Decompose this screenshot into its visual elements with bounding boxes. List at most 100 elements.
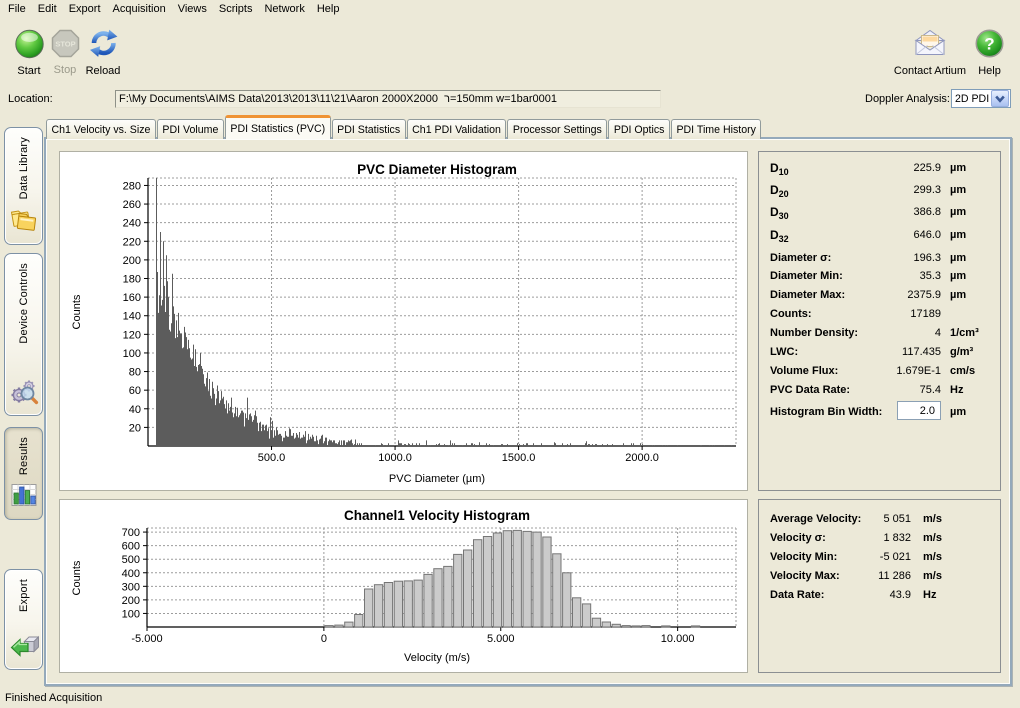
stat-volume-flux-value: 1.679E-1 bbox=[821, 362, 941, 380]
svg-text:100: 100 bbox=[122, 608, 140, 620]
svg-text:500.0: 500.0 bbox=[258, 452, 286, 464]
stat-d30-subscript: 30 bbox=[779, 211, 789, 221]
contact-artium-label: Contact Artium bbox=[894, 65, 966, 77]
stat-velocity-sigma-unit: m/s bbox=[923, 529, 942, 547]
stat-d20: D20299.3µm bbox=[759, 181, 1000, 199]
stat-number-density-unit: 1/cm³ bbox=[950, 324, 979, 342]
menu-item-network[interactable]: Network bbox=[258, 0, 310, 19]
sidebar-item-results[interactable]: Results bbox=[4, 427, 43, 520]
stat-d32: D32646.0µm bbox=[759, 226, 1000, 244]
stat-d10: D10225.9µm bbox=[759, 159, 1000, 177]
stat-d20-value: 299.3 bbox=[821, 181, 941, 199]
data-library-icon bbox=[9, 205, 39, 238]
reload-button[interactable]: Reload bbox=[84, 28, 122, 77]
svg-text:600: 600 bbox=[122, 541, 140, 553]
menu-bar: FileEditExportAcquisitionViewsScriptsNet… bbox=[0, 0, 1020, 19]
stat-diameter-min-unit: µm bbox=[950, 267, 966, 285]
stat-diameter-sigma-unit: µm bbox=[950, 249, 966, 267]
sidebar-item-label: Device Controls bbox=[18, 263, 30, 344]
menu-item-acquisition[interactable]: Acquisition bbox=[107, 0, 172, 19]
svg-text:80: 80 bbox=[129, 367, 141, 379]
device-controls-icon bbox=[9, 376, 39, 409]
svg-text:260: 260 bbox=[123, 199, 141, 211]
svg-text:220: 220 bbox=[123, 236, 141, 248]
stat-number-density-value: 4 bbox=[821, 324, 941, 342]
svg-text:120: 120 bbox=[123, 329, 141, 341]
velocity-chart-title: Channel1 Velocity Histogram bbox=[344, 508, 530, 523]
start-button[interactable]: Start bbox=[8, 28, 50, 77]
pvc-diameter-chart-panel: PVC Diameter Histogram PVC Diameter (µm)… bbox=[59, 151, 748, 491]
histogram-bin-width-input[interactable] bbox=[897, 401, 941, 420]
svg-text:1500.0: 1500.0 bbox=[502, 452, 536, 464]
stat-d20-unit: µm bbox=[950, 181, 966, 199]
svg-text:160: 160 bbox=[123, 292, 141, 304]
pvc-chart-ylabel: Counts bbox=[71, 294, 83, 329]
chevron-down-icon bbox=[994, 94, 1006, 104]
sidebar-item-label: Results bbox=[18, 437, 30, 475]
stat-d32-subscript: 32 bbox=[779, 234, 789, 244]
help-icon: ? bbox=[974, 28, 1005, 62]
stat-histogram-bin-width: Histogram Bin Width:µm bbox=[759, 403, 1000, 421]
stat-velocity-sigma: Velocity σ:1 832m/s bbox=[759, 529, 1000, 547]
contact-artium-button[interactable]: Contact Artium bbox=[890, 28, 970, 77]
help-button[interactable]: ? Help bbox=[968, 28, 1011, 77]
velocity-stats-panel: Average Velocity:5 051m/sVelocity σ:1 83… bbox=[758, 499, 1001, 673]
stat-d30: D30386.8µm bbox=[759, 203, 1000, 221]
help-button-label: Help bbox=[978, 65, 1001, 77]
stop-button-label: Stop bbox=[54, 64, 77, 76]
menu-item-file[interactable]: File bbox=[2, 0, 32, 19]
doppler-analysis-label: Doppler Analysis: bbox=[858, 93, 950, 105]
stat-counts: Counts:17189 bbox=[759, 305, 1000, 323]
velocity-chart-xlabel: Velocity (m/s) bbox=[404, 652, 470, 664]
reload-icon bbox=[87, 28, 120, 62]
pvc-chart-title: PVC Diameter Histogram bbox=[357, 162, 517, 177]
sidebar-item-device-controls[interactable]: Device Controls bbox=[4, 253, 43, 416]
results-icon bbox=[9, 480, 39, 513]
pvc-diameter-histogram: PVC Diameter Histogram PVC Diameter (µm)… bbox=[60, 152, 747, 490]
pvc-chart-xlabel: PVC Diameter (µm) bbox=[389, 473, 485, 485]
tab-pdi-optics[interactable]: PDI Optics bbox=[608, 119, 670, 139]
tab-ch1-velocity-vs-size[interactable]: Ch1 Velocity vs. Size bbox=[46, 119, 156, 139]
svg-text:700: 700 bbox=[122, 527, 140, 539]
stat-d32-unit: µm bbox=[950, 226, 966, 244]
stat-velocity-max: Velocity Max:11 286m/s bbox=[759, 567, 1000, 585]
stat-velocity-sigma-value: 1 832 bbox=[801, 529, 911, 547]
stat-counts-value: 17189 bbox=[821, 305, 941, 323]
tab-ch1-pdi-validation[interactable]: Ch1 PDI Validation bbox=[407, 119, 507, 139]
tab-content-panel: PVC Diameter Histogram PVC Diameter (µm)… bbox=[44, 137, 1012, 686]
svg-text:40: 40 bbox=[129, 404, 141, 416]
svg-text:140: 140 bbox=[123, 311, 141, 323]
velocity-chart-ylabel: Counts bbox=[71, 560, 83, 595]
svg-text:500: 500 bbox=[122, 554, 140, 566]
stat-volume-flux-unit: cm/s bbox=[950, 362, 975, 380]
menu-item-views[interactable]: Views bbox=[172, 0, 213, 19]
diameter-stats-panel: D10225.9µmD20299.3µmD30386.8µmD32646.0µm… bbox=[758, 151, 1001, 491]
menu-item-scripts[interactable]: Scripts bbox=[213, 0, 259, 19]
stat-data-rate-unit: Hz bbox=[923, 586, 936, 604]
menu-item-help[interactable]: Help bbox=[311, 0, 346, 19]
tab-pdi-volume[interactable]: PDI Volume bbox=[157, 119, 224, 139]
svg-text:200: 200 bbox=[123, 255, 141, 267]
svg-text:5.000: 5.000 bbox=[487, 633, 515, 645]
tab-pdi-time-history[interactable]: PDI Time History bbox=[671, 119, 761, 139]
sidebar-item-data-library[interactable]: Data Library bbox=[4, 127, 43, 245]
tab-pdi-statistics[interactable]: PDI Statistics bbox=[332, 119, 406, 139]
svg-text:200: 200 bbox=[122, 595, 140, 607]
svg-text:400: 400 bbox=[122, 568, 140, 580]
menu-item-edit[interactable]: Edit bbox=[32, 0, 63, 19]
stat-d30-label: D30 bbox=[770, 203, 789, 222]
location-input[interactable] bbox=[115, 90, 661, 108]
doppler-analysis-select[interactable]: 2D PDI bbox=[951, 89, 1011, 108]
tab-pdi-statistics-pvc-[interactable]: PDI Statistics (PVC) bbox=[225, 115, 331, 139]
svg-text:180: 180 bbox=[123, 274, 141, 286]
svg-text:STOP: STOP bbox=[55, 40, 75, 49]
reload-button-label: Reload bbox=[86, 65, 121, 77]
stat-diameter-min: Diameter Min:35.3µm bbox=[759, 267, 1000, 285]
menu-item-export[interactable]: Export bbox=[63, 0, 107, 19]
tab-processor-settings[interactable]: Processor Settings bbox=[507, 119, 607, 139]
combo-dropdown-button[interactable] bbox=[991, 90, 1009, 107]
stat-pvc-data-rate-unit: Hz bbox=[950, 381, 963, 399]
stat-lwc-value: 117.435 bbox=[821, 343, 941, 361]
sidebar-item-export[interactable]: Export bbox=[4, 569, 43, 670]
histogram-bin-width-label: Histogram Bin Width: bbox=[770, 403, 882, 421]
